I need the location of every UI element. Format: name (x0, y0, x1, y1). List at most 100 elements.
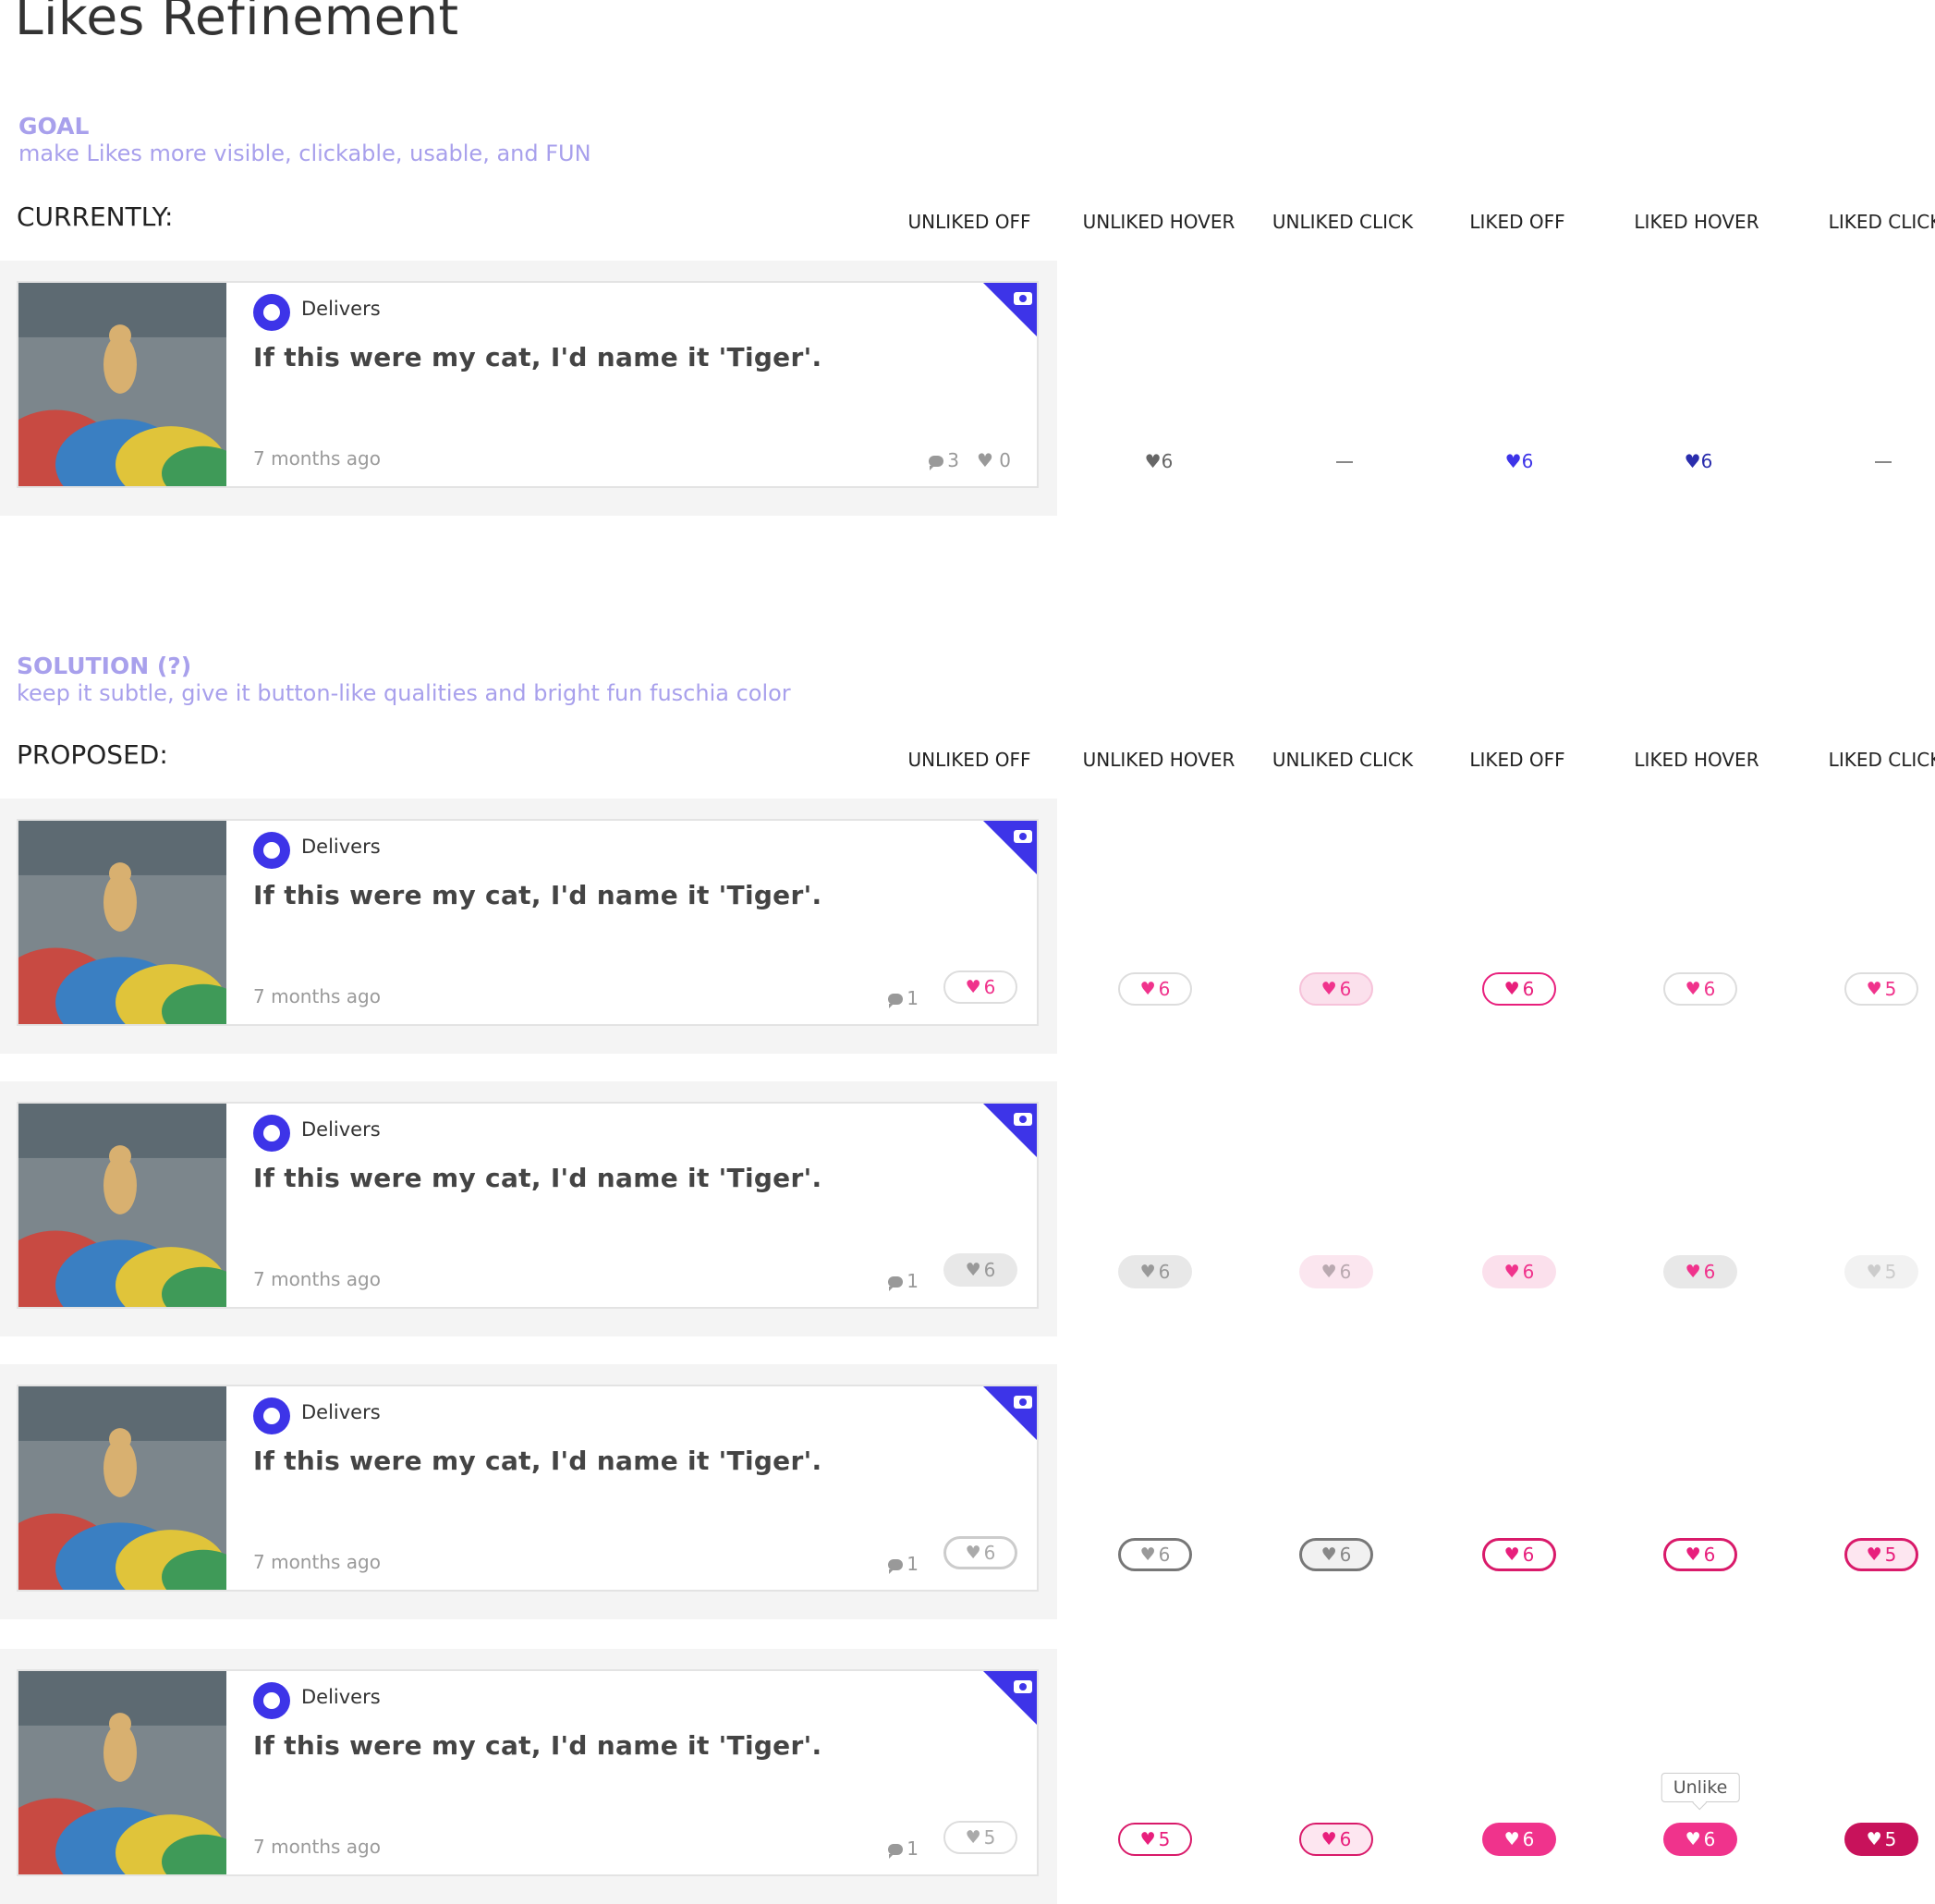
comment-count[interactable]: 1 (888, 1270, 919, 1292)
heart-icon: ♥ (1503, 1544, 1520, 1565)
like-pill-unliked-click[interactable]: ♥ 6 (1299, 1538, 1373, 1571)
post-text[interactable]: If this were my cat, I'd name it 'Tiger'… (253, 342, 821, 372)
like-pill-liked-off[interactable]: ♥ 6 (1482, 1538, 1556, 1571)
state-unliked-hover[interactable]: ♥6 (1145, 450, 1174, 472)
post-timestamp: 7 months ago (253, 1551, 381, 1573)
like-pill-unliked-hover[interactable]: ♥ 6 (1118, 1538, 1192, 1571)
like-pill-liked-click[interactable]: ♥ 5 (1844, 1823, 1918, 1856)
currently-title: CURRENTLY: (17, 201, 174, 232)
like-pill-liked-off[interactable]: ♥ 6 (1482, 1823, 1556, 1856)
heart-icon: ♥ (1139, 979, 1156, 999)
like-button[interactable]: ♥ 6 (943, 970, 1017, 1004)
like-button[interactable]: ♥ 6 (943, 1536, 1017, 1569)
post-card[interactable]: Delivers If this were my cat, I'd name i… (17, 1669, 1039, 1876)
heart-icon: ♥ (1685, 1262, 1701, 1282)
brand-avatar[interactable] (253, 1115, 290, 1152)
heart-icon: ♥ (1866, 1829, 1882, 1849)
heart-icon: ♥ (965, 977, 981, 997)
comment-count[interactable]: 1 (888, 1837, 919, 1860)
like-pill-unliked-hover[interactable]: ♥ 6 (1118, 1255, 1192, 1288)
like-pill-liked-click[interactable]: ♥ 5 (1844, 1538, 1918, 1571)
photo-corner (983, 283, 1037, 336)
post-card[interactable]: Delivers If this were my cat, I'd name i… (17, 1102, 1039, 1309)
camera-icon (1014, 292, 1032, 305)
like-button[interactable]: ♥ 5 (943, 1821, 1017, 1854)
like-pill-liked-off[interactable]: ♥ 6 (1482, 1255, 1556, 1288)
comment-count[interactable]: 3 (929, 449, 959, 471)
brand-avatar[interactable] (253, 294, 290, 331)
post-thumbnail (18, 283, 226, 486)
col-head-unliked-click: UNLIKED CLICK (1272, 211, 1414, 233)
state-liked-hover[interactable]: ♥6 (1685, 450, 1713, 472)
heart-icon: ♥ (1139, 1829, 1156, 1849)
heart-icon: ♥ (1685, 1544, 1701, 1565)
heart-icon: ♥ (976, 449, 993, 471)
camera-icon (1014, 1680, 1032, 1693)
proposed-band-1: Delivers If this were my cat, I'd name i… (0, 799, 1057, 1054)
like-count[interactable]: ♥ 0 (977, 449, 1011, 471)
like-pill-liked-hover[interactable]: ♥ 6 (1663, 972, 1737, 1006)
photo-corner (983, 821, 1037, 874)
brand-name[interactable]: Delivers (301, 1118, 381, 1141)
brand-name[interactable]: Delivers (301, 1401, 381, 1423)
comment-icon (888, 1844, 904, 1859)
post-thumbnail (18, 1104, 226, 1307)
post-thumbnail (18, 1671, 226, 1874)
brand-avatar[interactable] (253, 1682, 290, 1719)
like-pill-liked-off[interactable]: ♥ 6 (1482, 972, 1556, 1006)
brand-name[interactable]: Delivers (301, 298, 381, 320)
heart-icon: ♥ (965, 1543, 981, 1563)
like-pill-unliked-click[interactable]: ♥ 6 (1299, 1823, 1373, 1856)
like-pill-unliked-hover[interactable]: ♥ 6 (1118, 972, 1192, 1006)
col-head-liked-hover: LIKED HOVER (1634, 749, 1759, 771)
post-card[interactable]: Delivers If this were my cat, I'd name i… (17, 281, 1039, 488)
heart-icon: ♥ (1503, 1262, 1520, 1282)
heart-icon: ♥ (1503, 1829, 1520, 1849)
post-timestamp: 7 months ago (253, 1836, 381, 1858)
goal-label: GOAL (18, 113, 90, 140)
comment-count[interactable]: 1 (888, 987, 919, 1009)
camera-icon (1014, 1113, 1032, 1126)
heart-icon: ♥ (1685, 979, 1701, 999)
heart-icon: ♥ (1320, 1829, 1337, 1849)
col-head-liked-off: LIKED OFF (1469, 749, 1565, 771)
unlike-tooltip: Unlike (1661, 1773, 1740, 1802)
like-button[interactable]: ♥ 6 (943, 1253, 1017, 1287)
post-text[interactable]: If this were my cat, I'd name it 'Tiger'… (253, 880, 821, 910)
proposed-band-3: Delivers If this were my cat, I'd name i… (0, 1364, 1057, 1619)
heart-icon: ♥ (965, 1827, 981, 1848)
like-pill-liked-hover[interactable]: ♥ 6 (1663, 1538, 1737, 1571)
col-head-liked-off: LIKED OFF (1469, 211, 1565, 233)
post-text[interactable]: If this were my cat, I'd name it 'Tiger'… (253, 1163, 821, 1193)
brand-name[interactable]: Delivers (301, 1686, 381, 1708)
post-timestamp: 7 months ago (253, 985, 381, 1007)
heart-icon: ♥ (1320, 1262, 1337, 1282)
comment-icon (888, 994, 904, 1008)
brand-name[interactable]: Delivers (301, 836, 381, 858)
col-head-liked-click: LIKED CLICK (1828, 749, 1935, 771)
post-card[interactable]: Delivers If this were my cat, I'd name i… (17, 1385, 1039, 1592)
state-liked-off[interactable]: ♥6 (1505, 450, 1534, 472)
brand-avatar[interactable] (253, 832, 290, 869)
brand-avatar[interactable] (253, 1397, 290, 1434)
goal-text: make Likes more visible, clickable, usab… (18, 140, 591, 166)
like-pill-liked-hover[interactable]: ♥ 6 (1663, 1255, 1737, 1288)
post-card[interactable]: Delivers If this were my cat, I'd name i… (17, 819, 1039, 1026)
like-pill-unliked-hover[interactable]: ♥ 5 (1118, 1823, 1192, 1856)
current-band: Delivers If this were my cat, I'd name i… (0, 261, 1057, 516)
heart-icon: ♥ (1866, 1262, 1882, 1282)
post-text[interactable]: If this were my cat, I'd name it 'Tiger'… (253, 1446, 821, 1476)
heart-icon: ♥ (1139, 1262, 1156, 1282)
like-pill-unliked-click[interactable]: ♥ 6 (1299, 972, 1373, 1006)
camera-icon (1014, 1396, 1032, 1409)
solution-label: SOLUTION (?) (17, 653, 192, 679)
heart-icon: ♥ (1144, 450, 1162, 472)
like-pill-liked-click[interactable]: ♥ 5 (1844, 1255, 1918, 1288)
camera-icon (1014, 830, 1032, 843)
like-pill-liked-click[interactable]: ♥ 5 (1844, 972, 1918, 1006)
heart-icon: ♥ (965, 1260, 981, 1280)
like-pill-liked-hover[interactable]: ♥ 6 (1663, 1823, 1737, 1856)
post-text[interactable]: If this were my cat, I'd name it 'Tiger'… (253, 1730, 821, 1761)
like-pill-unliked-click[interactable]: ♥ 6 (1299, 1255, 1373, 1288)
comment-count[interactable]: 1 (888, 1553, 919, 1575)
